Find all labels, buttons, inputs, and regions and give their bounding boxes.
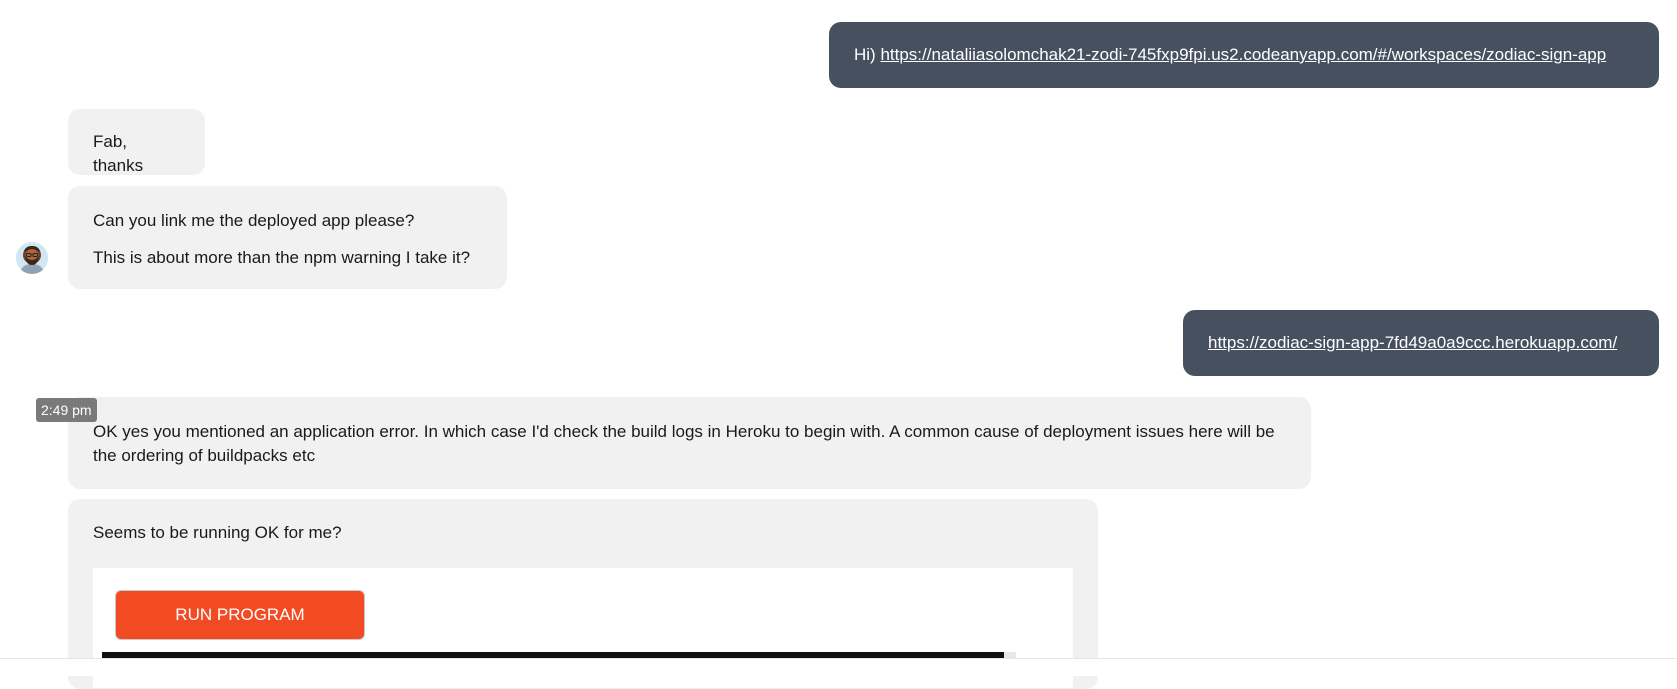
incoming-message-application-error: OK yes you mentioned an application erro… [68, 397, 1311, 489]
message-line-2: This is about more than the npm warning … [93, 248, 471, 267]
message-prefix: Hi) [854, 45, 881, 64]
incoming-message-link-request: Can you link me the deployed app please?… [68, 186, 507, 289]
workspace-link[interactable]: https://nataliiasolomchak21-zodi-745fxp9… [880, 45, 1606, 64]
outgoing-message-heroku-link: https://zodiac-sign-app-7fd49a0a9ccc.her… [1183, 310, 1659, 376]
bearded-man-avatar-icon [16, 242, 48, 274]
outgoing-message-workspace-link: Hi) https://nataliiasolomchak21-zodi-745… [829, 22, 1659, 88]
composer-divider [0, 658, 1677, 676]
incoming-message-fab-thanks: Fab, thanks [68, 109, 205, 175]
run-program-button: RUN PROGRAM [115, 590, 365, 640]
heroku-app-link[interactable]: https://zodiac-sign-app-7fd49a0a9ccc.her… [1208, 333, 1617, 352]
message-line-1: Can you link me the deployed app please? [93, 211, 415, 230]
message-text: Seems to be running OK for me? [93, 523, 342, 542]
timestamp-badge: 2:49 pm [36, 398, 97, 422]
message-text: Fab, thanks [93, 132, 144, 175]
message-text: OK yes you mentioned an application erro… [93, 422, 1275, 465]
